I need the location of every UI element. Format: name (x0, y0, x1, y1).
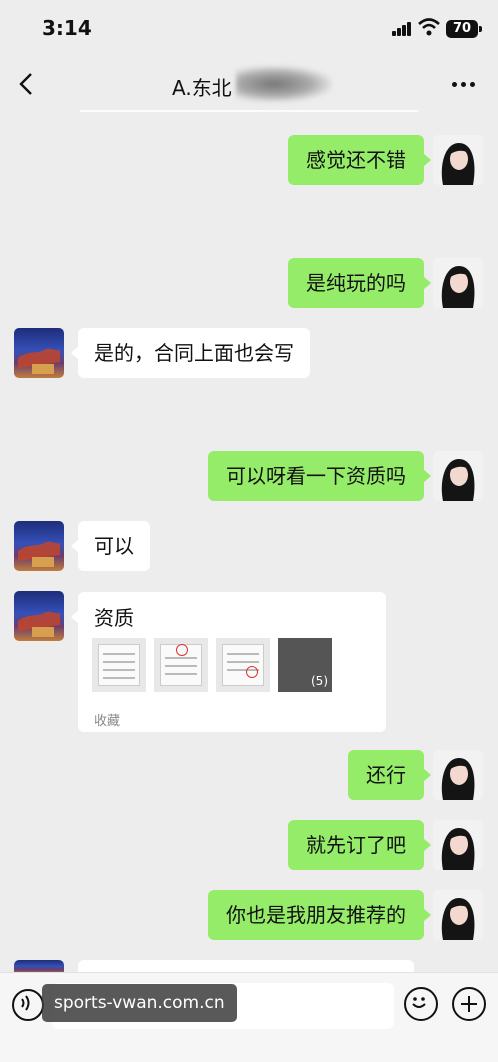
message-bubble-in[interactable]: 可以 (71, 521, 150, 571)
title-blur (236, 66, 332, 102)
avatar-self[interactable] (433, 135, 483, 185)
message-bubble-out[interactable]: 就先订了吧 (288, 820, 431, 870)
message-bubble-in[interactable]: 是的，合同上面也会写 (71, 328, 310, 378)
card-title: 资质 (94, 606, 134, 630)
voice-icon[interactable] (12, 989, 44, 1021)
back-icon[interactable] (14, 70, 42, 98)
favorites-card[interactable]: 资质 (5) 收藏 (71, 592, 386, 732)
avatar-self[interactable] (433, 820, 483, 870)
message-bubble-out[interactable]: 感觉还不错 (288, 135, 431, 185)
avatar-self[interactable] (433, 750, 483, 800)
more-icon[interactable] (448, 70, 480, 98)
image-count: (5) (311, 674, 328, 688)
avatar-self[interactable] (433, 890, 483, 940)
certificate-thumbnail[interactable] (92, 638, 146, 692)
message-bubble-out[interactable]: 你也是我朋友推荐的 (208, 890, 431, 940)
add-icon[interactable] (452, 987, 486, 1021)
avatar-self[interactable] (433, 258, 483, 308)
avatar-contact[interactable] (14, 521, 64, 571)
battery-icon: 70 (446, 20, 482, 38)
message-bubble-out[interactable]: 还行 (348, 750, 431, 800)
status-time: 3:14 (42, 16, 92, 40)
signal-icon (392, 22, 412, 36)
card-source-label: 收藏 (94, 714, 121, 729)
watermark: sports-vwan.com.cn (42, 984, 237, 1022)
avatar-self[interactable] (433, 451, 483, 501)
certificate-thumbnail[interactable]: (5) (278, 638, 332, 692)
chat-title: A.东北 (172, 76, 232, 100)
message-bubble-out[interactable]: 可以呀看一下资质吗 (208, 451, 431, 501)
certificate-thumbnail[interactable] (154, 638, 208, 692)
certificate-thumbnail[interactable] (216, 638, 270, 692)
message-bubble-out[interactable]: 是纯玩的吗 (288, 258, 431, 308)
emoji-icon[interactable] (404, 987, 438, 1021)
avatar-contact[interactable] (14, 328, 64, 378)
avatar-contact[interactable] (14, 591, 64, 641)
wifi-icon (418, 18, 440, 36)
chat-header: A.东北 (0, 58, 498, 114)
header-divider (80, 110, 418, 112)
status-bar: 3:14 70 (0, 0, 498, 58)
